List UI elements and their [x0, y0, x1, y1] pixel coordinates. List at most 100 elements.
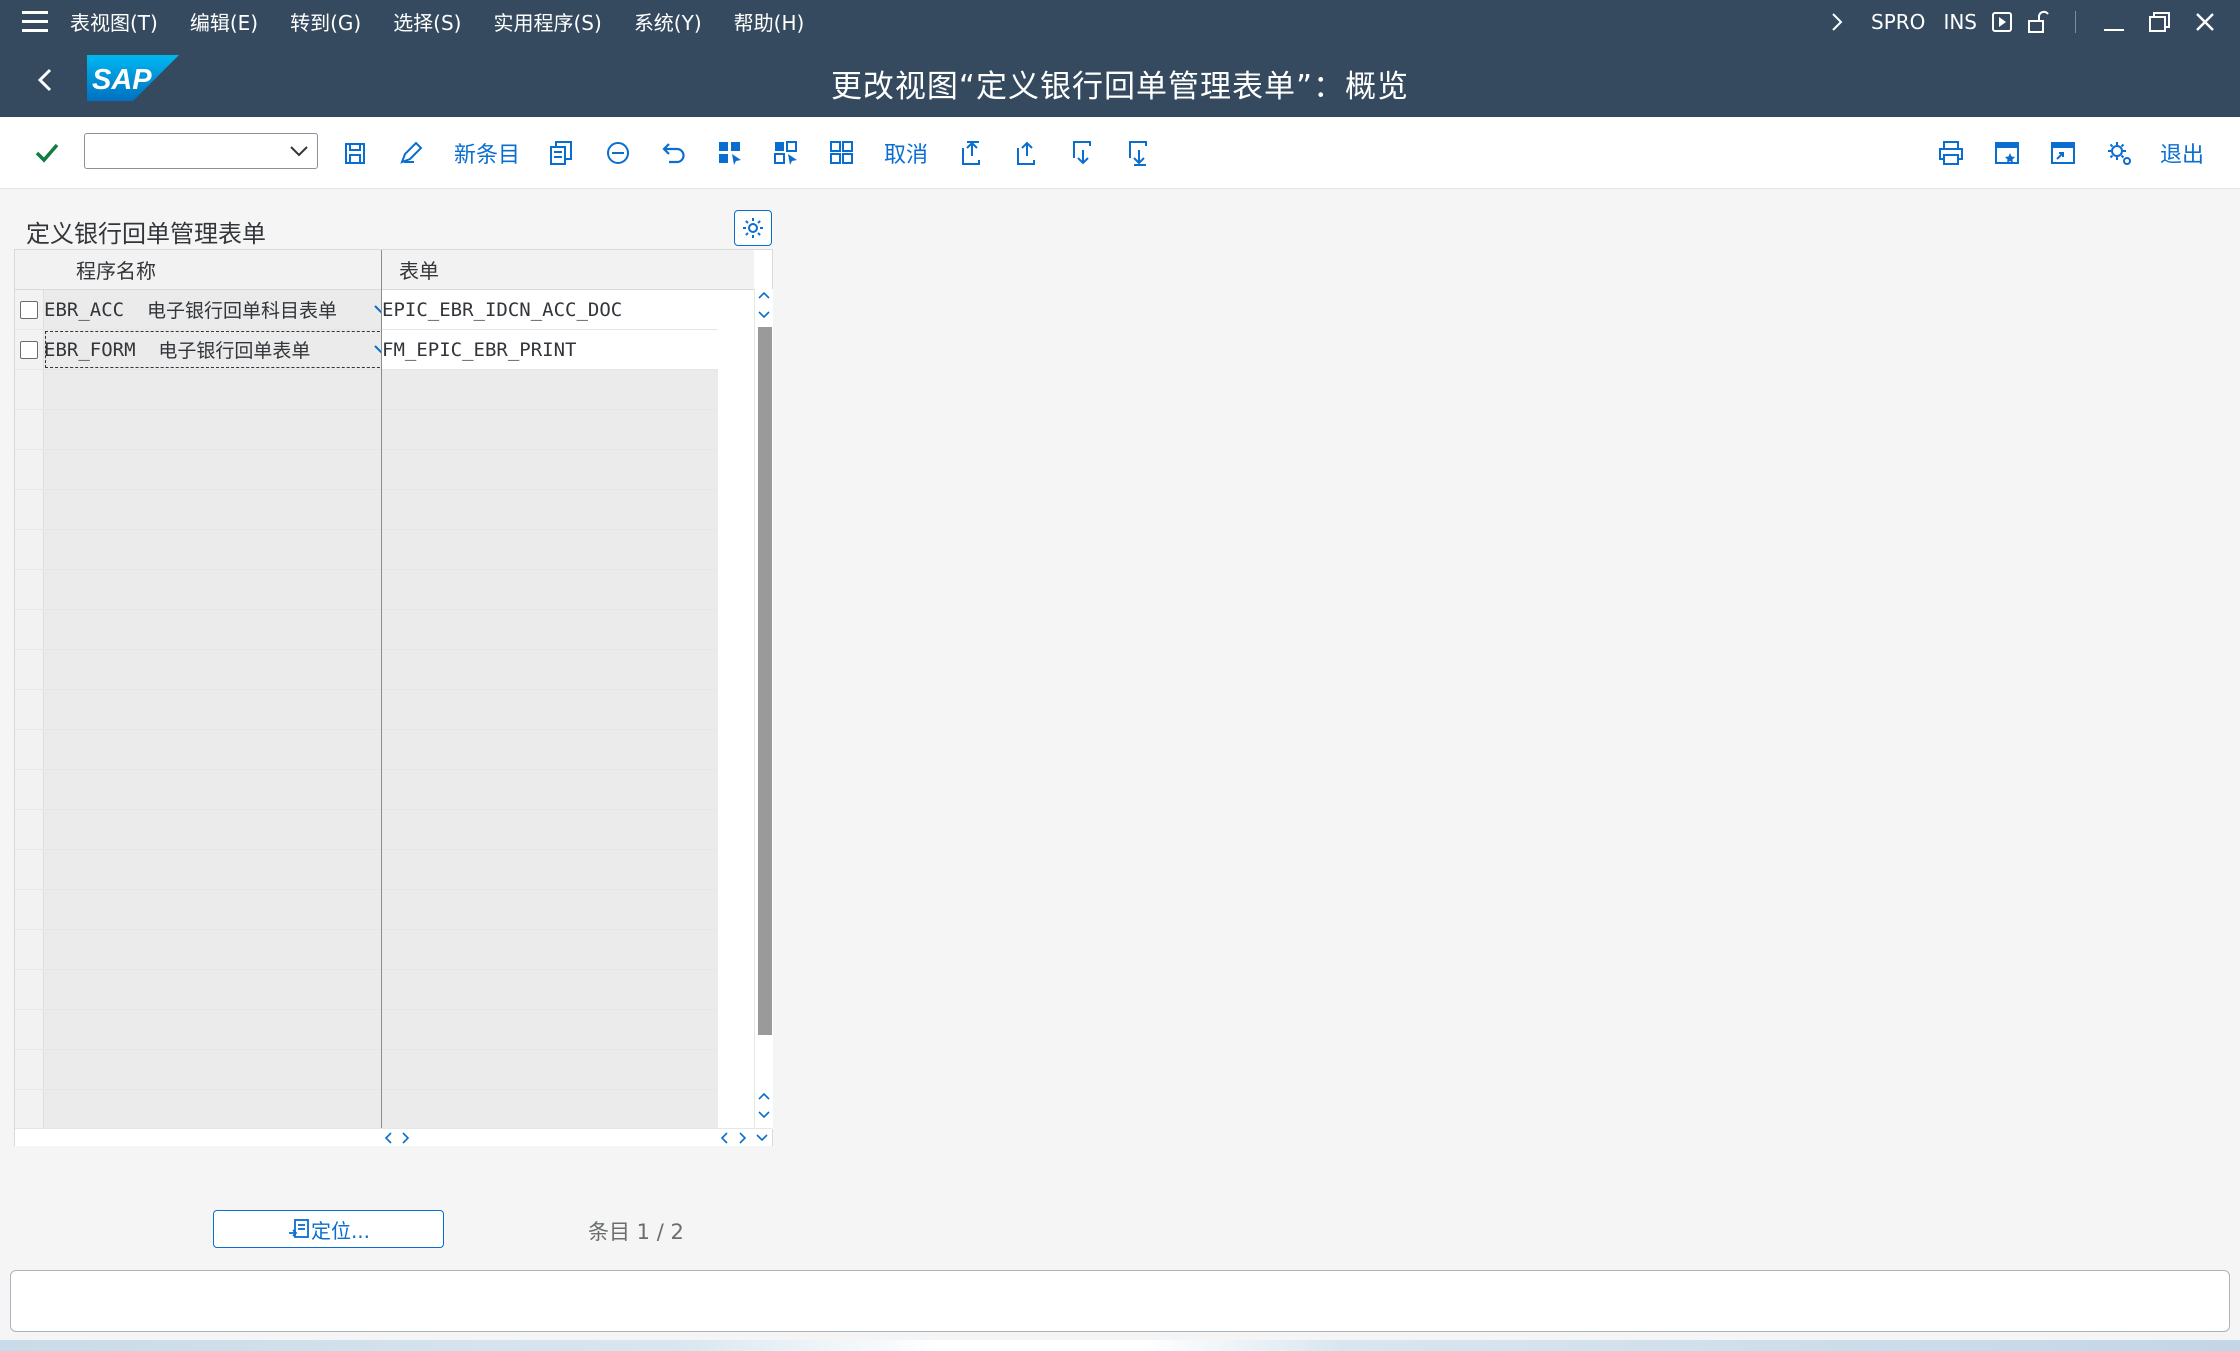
empty-cell[interactable] [382, 850, 718, 889]
row-selector[interactable] [15, 650, 44, 689]
form-cell[interactable]: EPIC_EBR_IDCN_ACC_DOC [382, 290, 718, 329]
scroll-down-icon[interactable] [755, 1130, 769, 1146]
deselect-all-icon[interactable] [827, 135, 857, 171]
row-selector[interactable] [15, 410, 44, 449]
empty-cell[interactable] [382, 410, 718, 449]
empty-cell[interactable] [44, 690, 396, 729]
save-icon[interactable] [340, 135, 370, 171]
new-entries-button[interactable]: 新条目 [452, 135, 522, 171]
row-selector[interactable] [15, 570, 44, 609]
empty-cell[interactable] [382, 890, 718, 929]
program-cell[interactable]: EBR_ACC 电子银行回单科目表单 [44, 290, 396, 329]
row-selector[interactable] [15, 330, 44, 369]
row-selector[interactable] [15, 770, 44, 809]
empty-cell[interactable] [382, 930, 718, 969]
empty-cell[interactable] [382, 1010, 718, 1049]
select-block-icon[interactable] [771, 135, 801, 171]
row-selector[interactable] [15, 970, 44, 1009]
column-divider[interactable] [381, 250, 382, 1130]
menu-utilities[interactable]: 实用程序(S) [494, 7, 602, 36]
cancel-button[interactable]: 取消 [880, 135, 932, 171]
empty-cell[interactable] [382, 490, 718, 529]
row-selector[interactable] [15, 490, 44, 529]
row-checkbox[interactable] [20, 340, 38, 359]
empty-cell[interactable] [44, 810, 396, 849]
row-selector[interactable] [15, 890, 44, 929]
row-selector[interactable] [15, 690, 44, 729]
print-icon[interactable] [1936, 135, 1966, 171]
menu-table-view[interactable]: 表视图(T) [70, 7, 158, 36]
row-selector[interactable] [15, 530, 44, 569]
scroll-right-icon[interactable] [398, 1130, 412, 1146]
row-selector[interactable] [15, 850, 44, 889]
create-session-icon[interactable] [1992, 135, 2022, 171]
empty-cell[interactable] [44, 1090, 396, 1129]
undo-icon[interactable] [659, 135, 689, 171]
row-selector[interactable] [15, 450, 44, 489]
empty-cell[interactable] [44, 930, 396, 969]
menu-system[interactable]: 系统(Y) [634, 7, 702, 36]
scroll-thumb[interactable] [758, 327, 772, 1035]
row-selector[interactable] [15, 1090, 44, 1129]
menu-goto[interactable]: 转到(G) [290, 7, 361, 36]
empty-cell[interactable] [44, 850, 396, 889]
program-cell[interactable]: EBR_FORM 电子银行回单表单 [44, 330, 396, 369]
empty-cell[interactable] [44, 490, 396, 529]
play-icon[interactable] [1991, 11, 2013, 33]
empty-cell[interactable] [382, 970, 718, 1009]
minimize-icon[interactable] [2102, 11, 2126, 33]
empty-cell[interactable] [382, 690, 718, 729]
empty-cell[interactable] [44, 970, 396, 1009]
page-down-icon[interactable] [757, 307, 771, 323]
row-checkbox[interactable] [20, 300, 38, 319]
row-selector[interactable] [15, 1010, 44, 1049]
position-button[interactable]: 定位... [213, 1210, 444, 1248]
empty-cell[interactable] [44, 610, 396, 649]
empty-cell[interactable] [382, 530, 718, 569]
row-selector[interactable] [15, 290, 44, 329]
edit-icon[interactable] [396, 135, 426, 171]
empty-cell[interactable] [44, 370, 396, 409]
empty-cell[interactable] [44, 650, 396, 689]
settings-icon[interactable] [734, 210, 772, 246]
close-icon[interactable] [2194, 11, 2216, 33]
empty-cell[interactable] [382, 730, 718, 769]
row-selector[interactable] [15, 810, 44, 849]
row-selector[interactable] [15, 1050, 44, 1089]
row-selector[interactable] [15, 930, 44, 969]
empty-cell[interactable] [382, 1090, 718, 1129]
previous-page-icon[interactable] [1012, 135, 1042, 171]
empty-cell[interactable] [44, 730, 396, 769]
check-icon[interactable] [30, 135, 64, 171]
form-cell[interactable]: FM_EPIC_EBR_PRINT [382, 330, 718, 369]
scroll-right-icon[interactable] [735, 1130, 749, 1146]
dropdown-icon[interactable] [287, 139, 311, 163]
empty-cell[interactable] [382, 770, 718, 809]
empty-cell[interactable] [382, 370, 718, 409]
scroll-left-icon[interactable] [382, 1130, 396, 1146]
empty-cell[interactable] [44, 890, 396, 929]
chevron-right-icon[interactable] [1829, 11, 1845, 33]
empty-cell[interactable] [44, 530, 396, 569]
vertical-scrollbar[interactable] [754, 289, 773, 1129]
menu-selection[interactable]: 选择(S) [393, 7, 461, 36]
exit-button[interactable]: 退出 [2156, 135, 2208, 171]
empty-cell[interactable] [44, 570, 396, 609]
empty-cell[interactable] [44, 450, 396, 489]
column-header-form[interactable]: 表单 [382, 250, 718, 290]
status-bar[interactable] [10, 1270, 2230, 1332]
scroll-up-icon[interactable] [757, 291, 771, 307]
command-field[interactable] [84, 133, 318, 169]
last-page-icon[interactable] [1124, 135, 1154, 171]
menu-help[interactable]: 帮助(H) [734, 7, 805, 36]
page-up-icon[interactable] [757, 1089, 771, 1105]
empty-cell[interactable] [382, 610, 718, 649]
customize-icon[interactable] [2104, 135, 2134, 171]
delete-icon[interactable] [603, 135, 633, 171]
empty-cell[interactable] [44, 1010, 396, 1049]
empty-cell[interactable] [382, 1050, 718, 1089]
row-selector[interactable] [15, 610, 44, 649]
next-page-icon[interactable] [1068, 135, 1098, 171]
empty-cell[interactable] [44, 410, 396, 449]
generate-shortcut-icon[interactable] [2048, 135, 2078, 171]
